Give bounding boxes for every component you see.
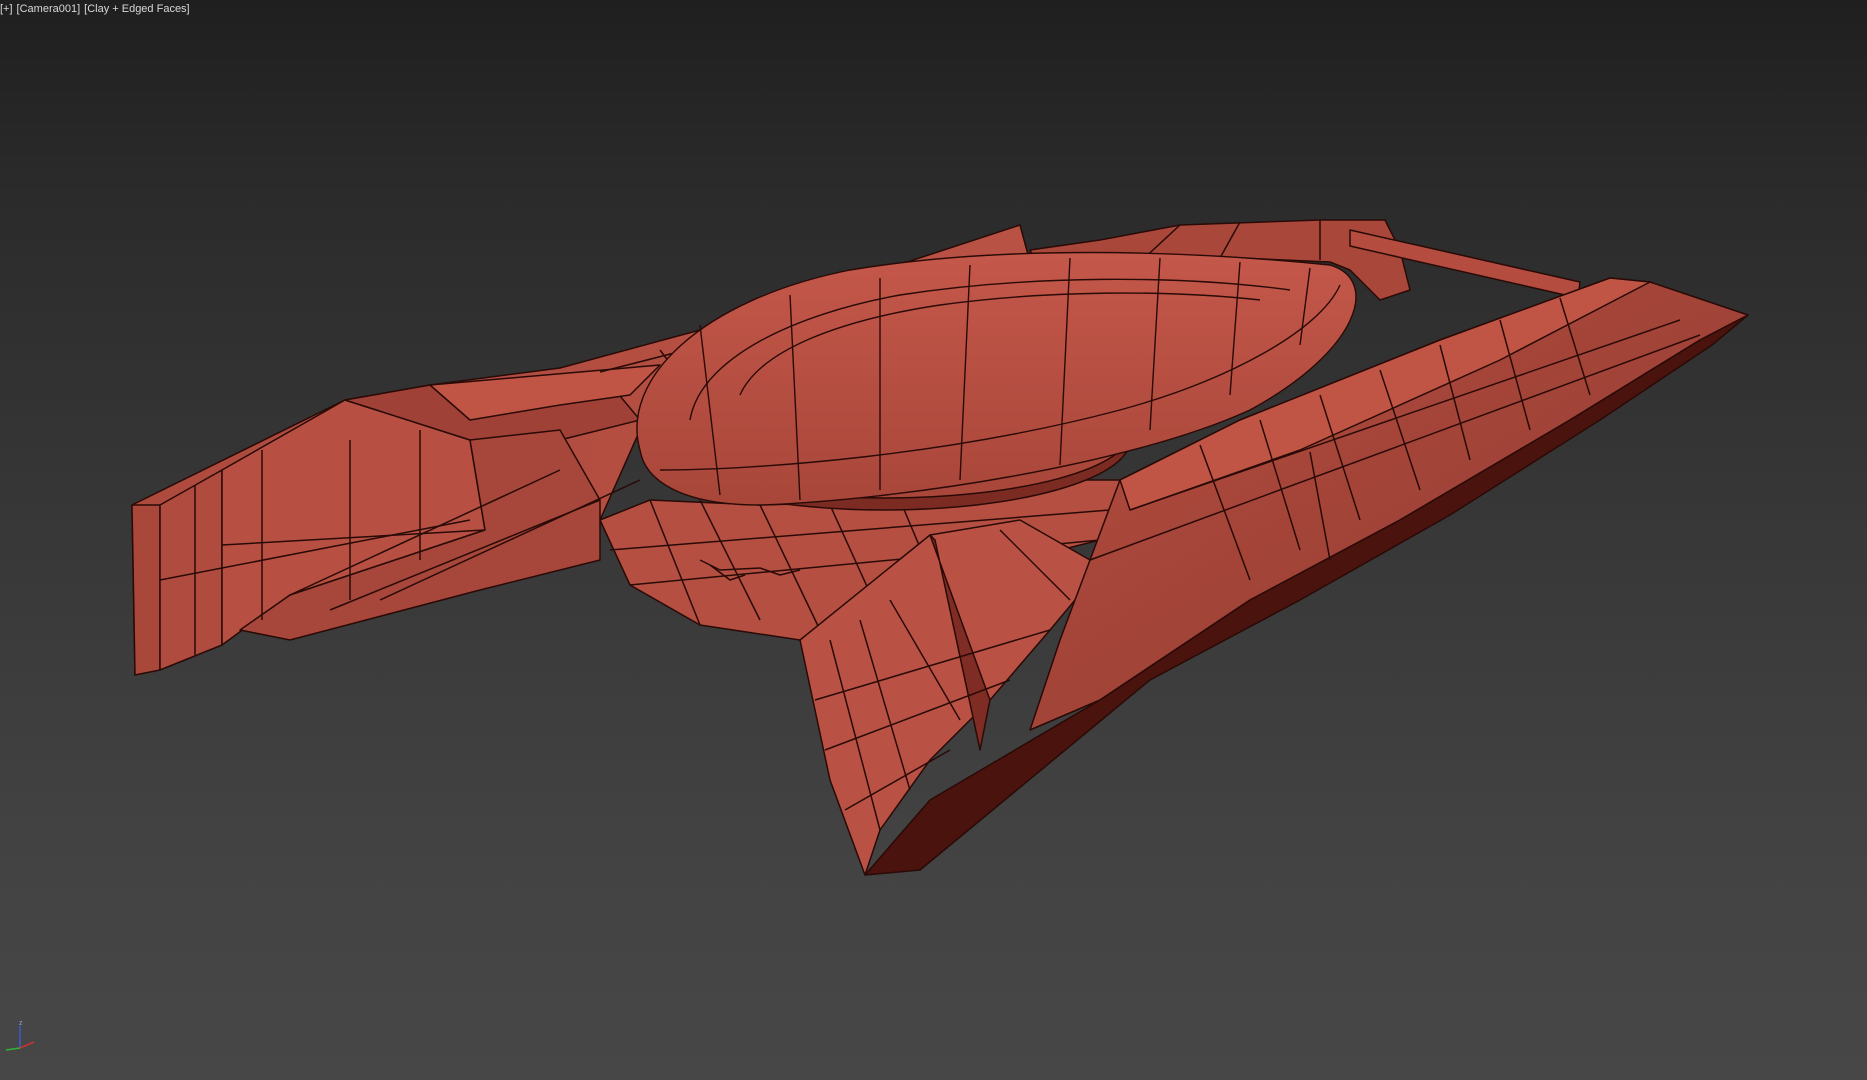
3d-viewport[interactable]: [+] [Camera001] [Clay + Edged Faces] z xyxy=(0,0,1867,1080)
axis-gizmo-icon: z xyxy=(5,1020,35,1051)
ship-model[interactable] xyxy=(0,0,1867,1080)
axis-z-label: z xyxy=(19,1020,23,1027)
